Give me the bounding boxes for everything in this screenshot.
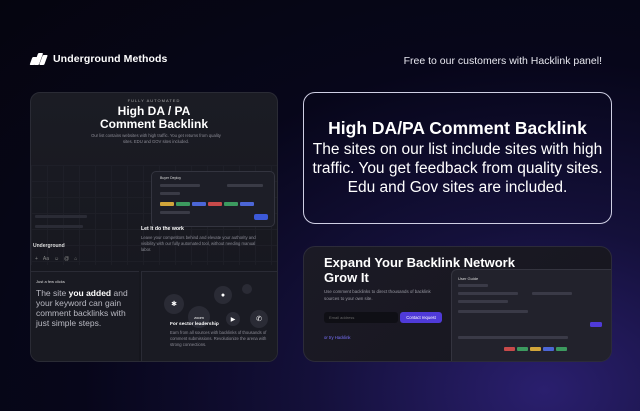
steps-eyebrow: Just a few clicks — [36, 279, 65, 284]
panel-chip-row — [504, 347, 567, 351]
steps-highlight: you added — [68, 288, 112, 298]
steps-panel: Just a few clicks The site you added and… — [31, 271, 139, 361]
buyer-deploy-panel: Buyer Deploy — [151, 171, 275, 227]
mockup-description: Our list contains websites with high tra… — [91, 133, 221, 144]
text-format-icon: Aa — [42, 256, 50, 262]
chat-icon: ● — [214, 286, 232, 304]
mockup-eyebrow: FULLY AUTOMATED — [127, 98, 181, 103]
brand-name: Underground Methods — [53, 53, 168, 65]
mockup-mini-label: Underground — [33, 243, 65, 249]
panel-heading: Buyer Deploy — [160, 176, 182, 180]
feature-title: Let It do the work — [141, 226, 184, 232]
sector-description: Earn from all sources with backlinks of … — [170, 330, 267, 347]
card-description: Use comment backlinks to direct thousand… — [324, 289, 431, 301]
video-icon: ▶ — [226, 312, 240, 326]
card-description: The sites on our list include sites with… — [312, 141, 603, 196]
phone-icon: ✆ — [250, 310, 268, 328]
editor-toolbar: + Aa ☺ @ ⌂ — [35, 256, 77, 262]
mockup-title: High DA / PA Comment Backlink — [99, 104, 209, 131]
contact-request-button[interactable]: Contact request — [400, 312, 442, 323]
mention-icon: @ — [64, 256, 70, 262]
expand-network-card: User Guide Expand Your Backlink Network … — [303, 246, 612, 362]
product-mockup-card: FULLY AUTOMATED High DA / PA Comment Bac… — [30, 92, 278, 362]
brand-mark-icon — [29, 53, 48, 65]
sector-title: For sector leadership — [170, 322, 219, 327]
panel-save-button[interactable] — [590, 322, 602, 327]
header-tagline: Free to our customers with Hacklink pane… — [403, 55, 602, 67]
attach-icon: ⌂ — [74, 256, 78, 262]
top-bar: Underground Methods Free to our customer… — [0, 0, 640, 67]
panel-submit-button[interactable] — [254, 214, 268, 220]
feature-description: Leave your competitors behind and elevat… — [141, 235, 256, 252]
card-title: Expand Your Backlink Network Grow It — [324, 255, 515, 285]
steps-text: The site you added and your keyword can … — [36, 288, 128, 328]
panel-tag-row — [160, 202, 254, 206]
ring-icon — [242, 284, 252, 294]
slack-icon: ✱ — [164, 294, 184, 314]
integrations-panel: ✱ ● zoom ▶ ✆ For sector leadership Earn … — [141, 271, 277, 361]
brand-logo[interactable]: Underground Methods — [29, 53, 168, 65]
add-icon: + — [35, 256, 38, 262]
hacklink-link[interactable]: or try Hacklink — [324, 335, 351, 340]
email-input[interactable]: Email address — [324, 312, 398, 323]
emoji-icon: ☺ — [54, 256, 60, 262]
card-title: High DA/PA Comment Backlink — [328, 118, 587, 138]
comment-backlink-card: High DA/PA Comment Backlink The sites on… — [303, 92, 612, 224]
